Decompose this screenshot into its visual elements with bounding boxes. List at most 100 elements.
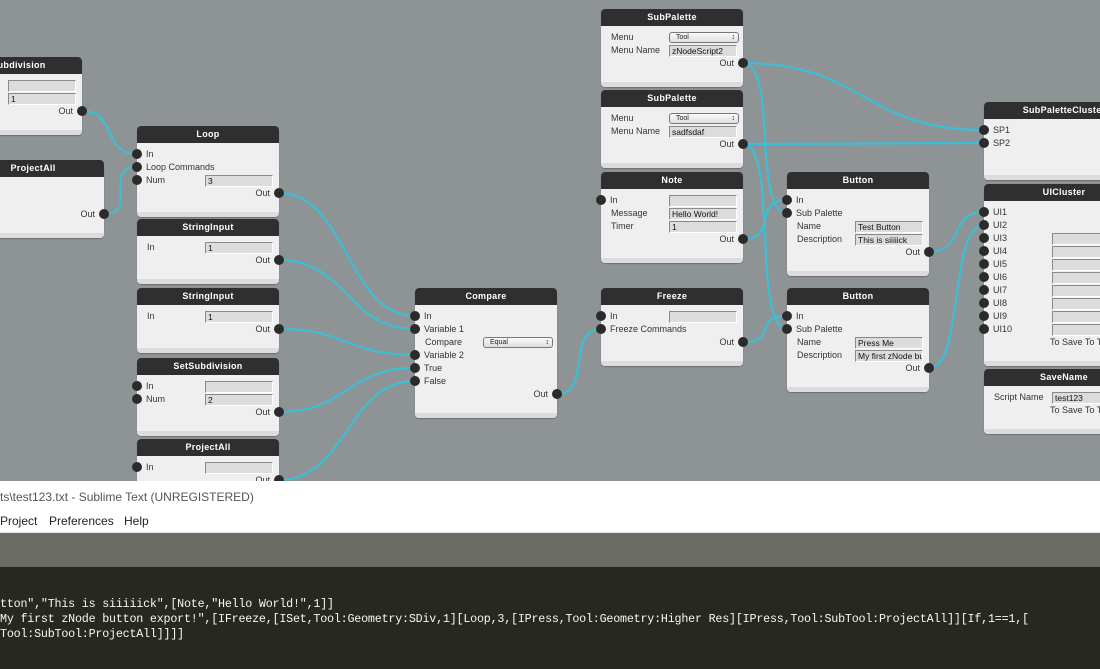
code-editor[interactable]: tton","This is siiiiick",[Note,"Hello Wo… [0,567,1100,669]
input-port[interactable] [132,462,142,472]
node-freeze[interactable]: Freeze In Freeze Commands Out [596,288,748,366]
node-graph-canvas[interactable]: SetSubdivisionInNum1Out ProjectAllOut Loop… [0,0,1100,481]
input-port[interactable] [979,138,989,148]
input-port[interactable] [596,324,606,334]
input-port[interactable] [979,220,989,230]
node-button[interactable]: Button In Sub Palette Name Press Me Descripti… [782,288,934,392]
node-title[interactable]: Button [787,172,929,189]
input-port[interactable] [132,394,142,404]
node-title[interactable]: SubPalette [601,90,743,107]
node-compare[interactable]: Compare In Variable 1 Compare Equal Variable … [410,288,562,418]
text-field[interactable]: Press Me [855,337,923,349]
connection-wire[interactable] [278,327,416,357]
text-field[interactable] [8,80,76,92]
text-field[interactable]: Hello World! [669,208,737,220]
text-field[interactable]: 1 [205,311,273,323]
input-port[interactable] [410,324,420,334]
connection-wire[interactable] [742,141,985,146]
node-title[interactable]: ProjectAll [0,160,104,177]
input-port[interactable] [410,350,420,360]
input-port[interactable] [979,298,989,308]
node-button[interactable]: Button In Sub Palette Name Test Button Descri… [782,172,934,276]
dropdown-select[interactable]: Tool [669,113,739,124]
output-port[interactable] [738,139,748,149]
input-port[interactable] [782,195,792,205]
text-field[interactable] [1052,233,1100,245]
input-port[interactable] [782,324,792,334]
output-port[interactable] [99,209,109,219]
text-field[interactable] [669,311,737,323]
output-port[interactable] [552,389,562,399]
node-title[interactable]: Button [787,288,929,305]
node-title[interactable]: Note [601,172,743,189]
node-setsubdivision[interactable]: SetSubdivision InNum1Out [0,57,87,135]
node-title[interactable]: SetSubdivision [137,358,279,375]
text-field[interactable]: Test Button [855,221,923,233]
output-port[interactable] [924,363,934,373]
text-field[interactable] [1052,311,1100,323]
input-port[interactable] [979,207,989,217]
text-field[interactable] [669,195,737,207]
dropdown-select[interactable]: Equal [483,337,553,348]
input-port[interactable] [596,195,606,205]
text-field[interactable] [1052,272,1100,284]
node-title[interactable]: SubPaletteCluster [984,102,1100,119]
connection-wire[interactable] [742,61,985,132]
node-subpalette[interactable]: SubPalette Menu Tool Menu Name zNodeScript2O… [601,9,748,87]
text-field[interactable] [1052,285,1100,297]
connection-wire[interactable] [278,379,416,481]
connection-wire[interactable] [103,165,138,216]
node-title[interactable]: ProjectAll [137,439,279,456]
text-field[interactable]: zNodeScript2 [669,45,737,57]
input-port[interactable] [410,311,420,321]
output-port[interactable] [738,234,748,244]
input-port[interactable] [132,381,142,391]
input-port[interactable] [782,208,792,218]
node-title[interactable]: StringInput [137,219,279,236]
input-port[interactable] [979,311,989,321]
text-field[interactable]: 1 [205,242,273,254]
input-port[interactable] [979,324,989,334]
connection-wire[interactable] [928,210,985,254]
node-title[interactable]: Freeze [601,288,743,305]
node-subpalettecluster[interactable]: SubPaletteCluster SP1 SP2 [979,102,1100,180]
node-savename[interactable]: SaveName Script Name test123To Save To The… [984,369,1100,434]
output-port[interactable] [274,255,284,265]
text-field[interactable]: This is siiiiick [855,234,923,246]
output-port[interactable] [738,58,748,68]
output-port[interactable] [738,337,748,347]
text-field[interactable]: 3 [205,175,273,187]
node-title[interactable]: UICluster [984,184,1100,201]
connection-wire[interactable] [742,61,788,215]
connection-wire[interactable] [81,109,138,156]
node-title[interactable]: Compare [415,288,557,305]
input-port[interactable] [979,246,989,256]
input-port[interactable] [410,376,420,386]
connection-wire[interactable] [742,142,788,331]
node-projectall[interactable]: ProjectAll Out [0,160,109,238]
text-field[interactable] [1052,298,1100,310]
node-uicluster[interactable]: UICluster UI1 UI2 UI3 UI4 UI5 UI6 UI7 UI8 UI9 UI10… [979,184,1100,366]
input-port[interactable] [979,285,989,295]
text-field[interactable]: 2 [205,394,273,406]
text-field[interactable] [205,462,273,474]
connection-wire[interactable] [556,327,602,396]
menu-preferences[interactable]: Preferences [49,510,114,532]
dropdown-select[interactable]: Tool [669,32,739,43]
node-title[interactable]: Loop [137,126,279,143]
input-port[interactable] [979,125,989,135]
text-field[interactable]: My first zNode button export! [855,350,923,362]
connection-wire[interactable] [742,314,788,344]
input-port[interactable] [132,162,142,172]
text-field[interactable]: test123 [1052,392,1100,404]
input-port[interactable] [979,272,989,282]
input-port[interactable] [979,259,989,269]
output-port[interactable] [274,407,284,417]
connection-wire[interactable] [278,366,416,414]
text-field[interactable] [205,381,273,393]
node-subpalette[interactable]: SubPalette Menu Tool Menu Name sadfsdafOut [601,90,748,168]
node-projectall[interactable]: ProjectAll In Out [132,439,284,481]
input-port[interactable] [410,363,420,373]
connection-wire[interactable] [278,258,416,331]
node-note[interactable]: Note In Message Hello World! Timer 1 Out [596,172,748,263]
